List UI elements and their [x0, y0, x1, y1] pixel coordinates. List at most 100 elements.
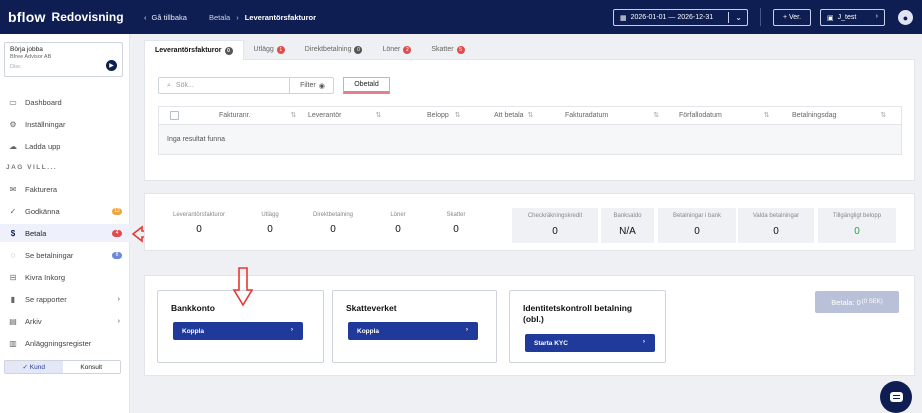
stat-checkrakningskredit: Checkräkningskredit 0	[512, 208, 598, 243]
select-all-checkbox[interactable]	[170, 111, 179, 120]
cloud-upload-icon: ☁	[9, 141, 17, 151]
tab-count-badge: 2	[403, 45, 412, 54]
sidebar-item-betala[interactable]: $ Betala 4	[0, 224, 130, 242]
tab-loner[interactable]: Löner 2	[372, 40, 422, 60]
tab-count-badge: 0	[354, 45, 363, 54]
skatteverket-box: Skatteverket Koppla ›	[332, 290, 497, 363]
pay-button[interactable]: Betala: 0 (0 SEK)	[815, 291, 899, 313]
logo: bflow	[8, 9, 46, 25]
connect-bank-button[interactable]: Koppla ›	[173, 322, 303, 340]
tab-utlagg[interactable]: Utlägg 1	[243, 40, 295, 60]
chevron-right-icon: ›	[117, 317, 120, 325]
chevron-right-icon: ›	[290, 326, 293, 333]
sidebar-item-upload[interactable]: ☁ Ladda upp	[0, 137, 130, 155]
chevron-right-icon: ›	[642, 338, 645, 345]
sidebar-item-label: Inställningar	[25, 119, 66, 129]
chevron-down-icon: ⌄	[735, 13, 742, 22]
mail-icon: ✉	[9, 184, 17, 194]
sidebar-item-fakturera[interactable]: ✉ Fakturera	[0, 180, 130, 198]
count-badge: 8	[112, 251, 122, 259]
sidebar-item-label: Se rapporter	[25, 294, 67, 304]
sidebar-item-se-betalningar[interactable]: ◌ Se betalningar 8	[0, 246, 130, 264]
breadcrumb-item-betala[interactable]: Betala	[209, 13, 230, 22]
stat-leverantorsfakturor: Leverantörsfakturor 0	[172, 212, 226, 235]
back-button[interactable]: ‹ Gå tillbaka	[144, 13, 187, 22]
column-header-leverantor[interactable]: Leverantör ⇅	[308, 111, 381, 119]
column-header-forfallodatum[interactable]: Förfallodatum ⇅	[679, 111, 770, 119]
section-header: JAG VILL...	[6, 164, 58, 171]
sidebar-item-label: Godkänna	[25, 206, 60, 216]
tab-count-badge: 1	[276, 45, 285, 54]
count-badge: 4	[112, 229, 122, 237]
sidebar-item-label: Ladda upp	[25, 141, 61, 151]
customer-consultant-toggle[interactable]: ✓ Kund Konsult	[4, 360, 121, 374]
date-range-value: 2026-01-01 — 2026-12-31	[630, 14, 714, 21]
stat-betalningar-i-bank: Betalningar i bank 0	[658, 208, 736, 243]
calendar-icon: ▦	[620, 14, 627, 22]
count-badge: 12	[112, 207, 122, 215]
stat-tillgangligt-belopp: Tillgängligt belopp 0	[818, 208, 896, 243]
tab-count-badge: 0	[224, 46, 233, 55]
dollar-icon: $	[10, 228, 16, 238]
monitor-icon: ▭	[9, 97, 17, 107]
start-kyc-button[interactable]: Starta KYC ›	[525, 334, 655, 352]
search-placeholder: Sök...	[175, 82, 194, 89]
chevron-right-icon: ›	[117, 295, 120, 303]
eye-icon: ◉	[318, 82, 325, 90]
empty-state: Inga resultat funna	[158, 125, 902, 155]
stat-direktbetalning: Direktbetalning 0	[312, 212, 354, 235]
filter-button[interactable]: Filter ◉	[289, 77, 335, 94]
tab-skatter[interactable]: Skatter 5	[421, 40, 475, 60]
column-header-fakturadatum[interactable]: Fakturadatum ⇅	[565, 111, 659, 119]
column-header-att-betala[interactable]: Att betala ⇅	[494, 111, 533, 119]
sidebar-item-label: Anläggningsregister	[25, 338, 92, 348]
breadcrumb-item-current: Leverantörsfakturor	[244, 12, 316, 22]
play-icon[interactable]: ▶	[106, 60, 117, 71]
company-title: Börja jobba	[10, 46, 43, 53]
toggle-kund[interactable]: ✓ Kund	[5, 361, 63, 373]
tab-count-badge: 5	[456, 45, 465, 54]
sidebar: Börja jobba Bfree Advisor AB Disc ▶ ▭ Da…	[0, 34, 130, 413]
column-header-betalningsdag[interactable]: Betalningsdag ⇅	[792, 111, 886, 119]
chevron-left-icon: ‹	[144, 12, 147, 22]
sidebar-item-godkanna[interactable]: ✓ Godkänna 12	[0, 202, 130, 220]
box-title: Skatteverket	[346, 303, 397, 313]
new-verification-button[interactable]: + Ver.	[773, 9, 811, 26]
archive-icon: ▤	[9, 316, 17, 326]
product-name: Redovisning	[51, 10, 124, 24]
user-icon: ●	[902, 12, 909, 23]
company-search[interactable]: Disc	[10, 64, 117, 70]
date-range-picker[interactable]: ▦ 2026-01-01 — 2026-12-31 ⌄	[613, 9, 748, 26]
avatar[interactable]: ●	[898, 10, 913, 25]
sidebar-item-arkiv[interactable]: ▤ Arkiv ›	[0, 312, 130, 330]
sidebar-item-dashboard[interactable]: ▭ Dashboard	[0, 93, 130, 111]
table-header: Fakturanr. ⇅ Leverantör ⇅ Belopp ⇅ Att beta…	[158, 106, 902, 125]
sidebar-item-label: Arkiv	[25, 316, 42, 326]
column-header-fakturanr[interactable]: Fakturanr. ⇅	[219, 111, 296, 119]
chat-button[interactable]	[880, 381, 912, 413]
column-header-belopp[interactable]: Belopp ⇅	[427, 111, 461, 119]
bar-chart-icon: ▮	[10, 294, 16, 304]
divider	[760, 8, 761, 26]
user-label: J_test	[837, 14, 857, 21]
connect-skatteverket-button[interactable]: Koppla ›	[348, 322, 478, 340]
search-icon: ⌕	[167, 81, 171, 89]
down-arrow-annotation-icon	[232, 267, 254, 307]
tab-leverantorsfakturor[interactable]: Leverantörsfakturor 0	[144, 40, 244, 60]
stat-skatter: Skatter 0	[446, 212, 466, 235]
user-menu-button[interactable]: ▣ J_test ›	[820, 9, 885, 26]
toggle-konsult[interactable]: Konsult	[63, 361, 121, 373]
unpaid-filter-chip[interactable]: Obetald	[343, 77, 390, 94]
company-selector[interactable]: Börja jobba Bfree Advisor AB Disc ▶	[4, 42, 123, 77]
sidebar-item-kivra-inkorg[interactable]: ⊟ Kivra Inkorg	[0, 268, 130, 286]
sidebar-item-anlaggningsregister[interactable]: ▥ Anläggningsregister	[0, 334, 130, 352]
gear-icon: ⚙	[9, 119, 17, 129]
check-circle-icon: ◌	[10, 250, 16, 260]
brand[interactable]: bflow Redovisning	[0, 9, 140, 25]
sidebar-item-se-rapporter[interactable]: ▮ Se rapporter ›	[0, 290, 130, 308]
sidebar-item-label: Fakturera	[25, 184, 58, 194]
back-label: Gå tillbaka	[151, 12, 187, 22]
sidebar-item-label: Kivra Inkorg	[25, 272, 66, 282]
sidebar-item-settings[interactable]: ⚙ Inställningar	[0, 115, 130, 133]
tab-direktbetalning[interactable]: Direktbetalning 0	[294, 40, 373, 60]
